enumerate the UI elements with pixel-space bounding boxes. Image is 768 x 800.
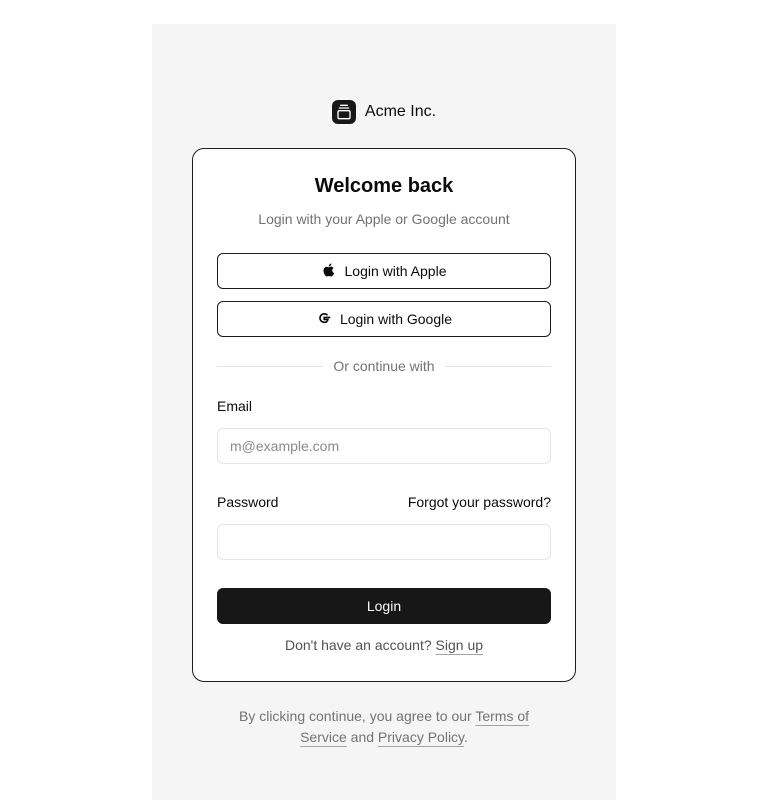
password-field[interactable]	[217, 524, 551, 560]
gallery-vertical-end-icon	[331, 100, 356, 124]
signup-row: Don't have an account? Sign up	[193, 637, 575, 653]
divider-line-left	[217, 365, 324, 367]
signup-prompt: Don't have an account?	[284, 637, 432, 653]
google-icon	[316, 310, 332, 329]
terms-conjunction: and	[350, 729, 375, 745]
apple-button-label: Login with Apple	[344, 263, 447, 279]
card-subtitle: Login with your Apple or Google account	[258, 211, 510, 227]
apple-icon	[322, 262, 337, 281]
brand[interactable]: Acme Inc.	[152, 100, 616, 124]
login-with-google-button[interactable]: Login with Google	[217, 301, 551, 337]
email-label: Email	[217, 398, 253, 414]
divider: Or continue with	[217, 357, 552, 375]
login-with-apple-button[interactable]: Login with Apple	[217, 253, 551, 289]
sign-up-link[interactable]: Sign up	[436, 637, 483, 653]
login-button[interactable]: Login	[217, 588, 551, 624]
email-field[interactable]	[217, 428, 551, 464]
terms-notice: By clicking continue, you agree to our T…	[224, 706, 544, 748]
divider-text: Or continue with	[333, 358, 435, 374]
forgot-password-link[interactable]: Forgot your password?	[408, 494, 551, 510]
password-label: Password	[217, 494, 279, 510]
login-page: Acme Inc. Welcome back Login with your A…	[152, 24, 616, 800]
brand-name: Acme Inc.	[364, 103, 437, 120]
privacy-policy-link[interactable]: Privacy Policy	[378, 729, 464, 745]
divider-line-right	[444, 365, 552, 367]
terms-suffix: .	[464, 729, 468, 745]
terms-prefix: By clicking continue, you agree to our	[238, 708, 472, 724]
card-title: Welcome back	[314, 175, 454, 197]
google-button-label: Login with Google	[339, 311, 453, 327]
login-card: Welcome back Login with your Apple or Go…	[192, 148, 576, 682]
